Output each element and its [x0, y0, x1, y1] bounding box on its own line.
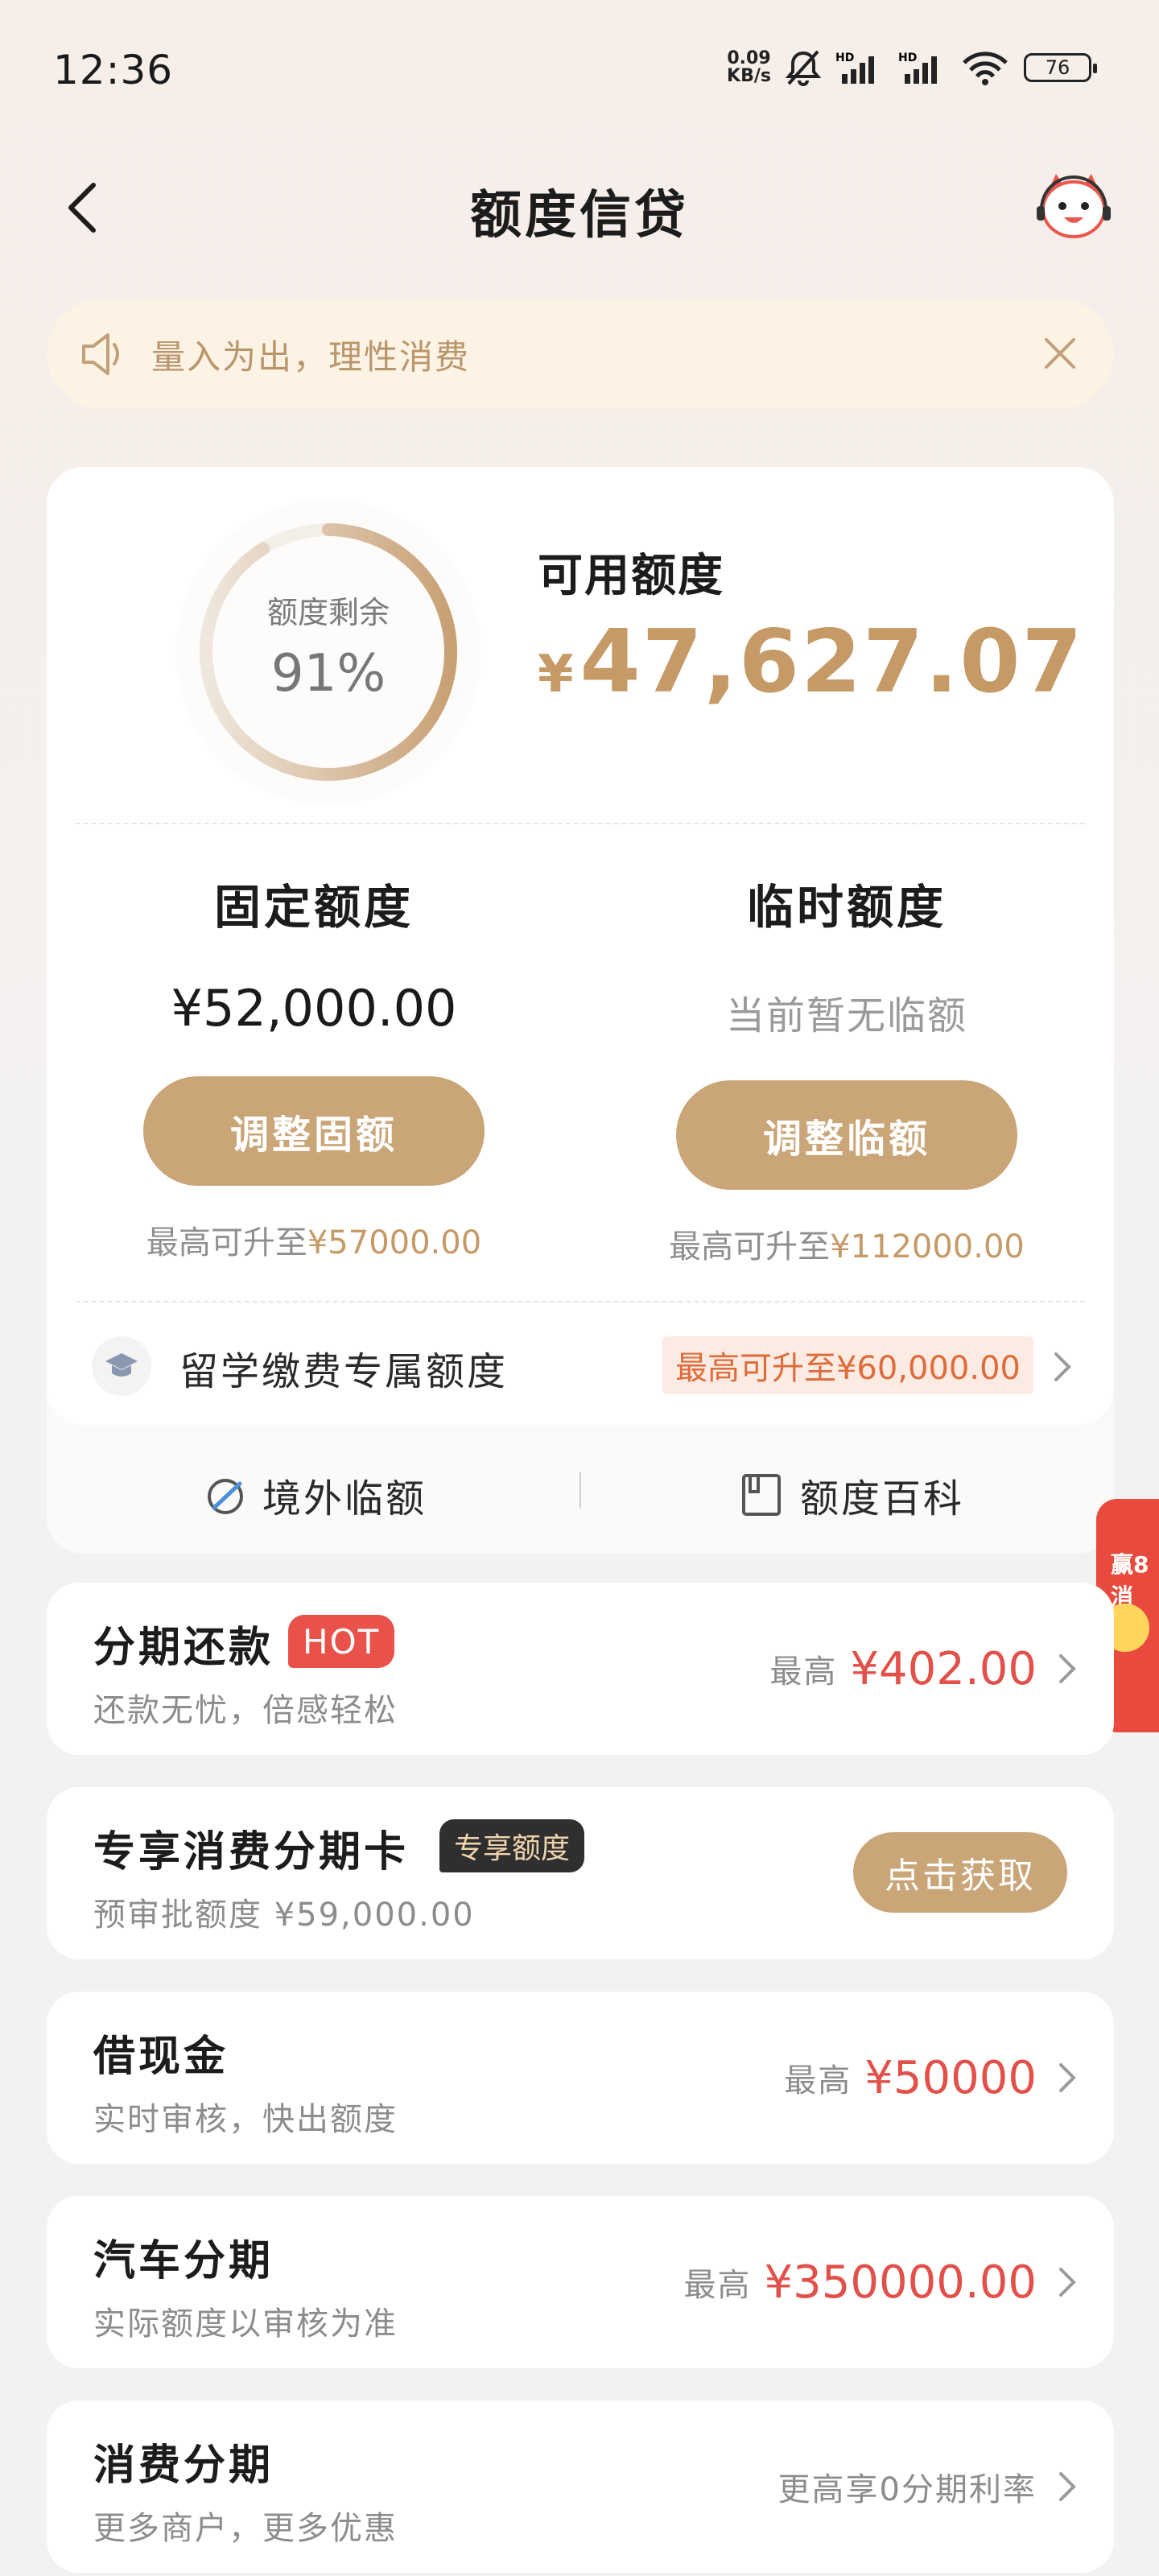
- fixed-quota-limit: 最高可升至¥57000.00: [146, 1224, 482, 1261]
- signal-icon: HD: [835, 52, 874, 84]
- status-icons: 0.09 KB/s HD HD 76: [727, 48, 1097, 87]
- fixed-quota-amount: ¥52,000.00: [171, 979, 457, 1038]
- card-subtitle: 实际额度以审核为准: [93, 2306, 398, 2343]
- page-title: 额度信贷: [470, 186, 689, 246]
- study-quota-label: 留学缴费专属额度: [179, 1349, 509, 1394]
- chevron-right-icon: [1054, 1352, 1071, 1381]
- card-amount: ¥402.00: [850, 1642, 1037, 1695]
- status-time: 12:36: [53, 47, 174, 93]
- customer-service-mascot-icon[interactable]: [1033, 167, 1114, 248]
- net-speed: 0.09 KB/s: [727, 48, 771, 86]
- notice-bar: 量入为出，理性消费: [47, 299, 1114, 409]
- card-amount: ¥50000: [864, 2051, 1037, 2104]
- chevron-right-icon: [1059, 2472, 1076, 2501]
- ring-label: 额度剩余: [266, 595, 390, 630]
- close-icon[interactable]: [1040, 333, 1080, 374]
- card-amount: ¥350000.00: [764, 2256, 1037, 2309]
- card-subtitle: 预审批额度 ¥59,000.00: [93, 1897, 475, 1934]
- status-bar: 12:36 0.09 KB/s HD HD 76: [0, 0, 1159, 145]
- speaker-icon: [82, 333, 119, 375]
- temp-quota: 临时额度 当前暂无临额 调整临额 最高可升至¥112000.00: [621, 869, 1072, 1267]
- get-now-button[interactable]: 点击获取: [853, 1832, 1067, 1913]
- temp-quota-title: 临时额度: [746, 880, 947, 935]
- bell-muted-icon: [786, 50, 821, 86]
- credit-summary: 额度剩余 91% 可用额度 ¥47,627.07 固定额度 ¥52,000.00…: [47, 467, 1114, 1425]
- credit-card: 额度剩余 91% 可用额度 ¥47,627.07 固定额度 ¥52,000.00…: [47, 467, 1114, 1554]
- card-title: 汽车分期: [93, 2237, 274, 2285]
- temp-quota-status: 当前暂无临额: [725, 993, 967, 1038]
- adjust-temp-button[interactable]: 调整临额: [676, 1080, 1017, 1190]
- chevron-right-icon: [1059, 1654, 1076, 1683]
- svg-text:HD: HD: [835, 52, 854, 64]
- links-separator: [580, 1472, 581, 1509]
- remaining-quota-ring: 额度剩余 91%: [167, 491, 489, 813]
- divider: [76, 823, 1085, 824]
- promo-text: 赢8 消: [1111, 1551, 1149, 1610]
- quick-links: 境外临额 额度百科: [47, 1425, 1114, 1554]
- chevron-right-icon: [1059, 2063, 1076, 2092]
- notice-text: 量入为出，理性消费: [151, 336, 471, 377]
- fixed-quota: 固定额度 ¥52,000.00 调整固额 最高可升至¥57000.00: [89, 869, 539, 1263]
- book-icon: [742, 1474, 781, 1516]
- card-right: 最高 ¥350000.00: [684, 2196, 1077, 2368]
- card-right: 最高 ¥50000: [784, 1992, 1077, 2164]
- available-label: 可用额度: [538, 550, 724, 602]
- quota-wiki-link[interactable]: 额度百科: [740, 1467, 964, 1523]
- card-title: 专享消费分期卡: [93, 1828, 410, 1876]
- hot-badge: HOT: [288, 1615, 395, 1668]
- card-subtitle: 实时审核，快出额度: [93, 2101, 398, 2138]
- adjust-fixed-button[interactable]: 调整固额: [143, 1076, 485, 1186]
- temp-quota-limit: 最高可升至¥112000.00: [669, 1228, 1025, 1265]
- battery-indicator: 76: [1024, 53, 1097, 82]
- wifi-icon: [963, 52, 1008, 85]
- study-abroad-quota-row[interactable]: 留学缴费专属额度 最高可升至¥60,000.00: [47, 1312, 1114, 1417]
- card-title: 消费分期: [93, 2442, 274, 2490]
- cash-loan-card[interactable]: 借现金 实时审核，快出额度 最高 ¥50000: [47, 1992, 1114, 2164]
- page-header: 额度信贷: [0, 153, 1159, 266]
- study-quota-tag: 最高可升至¥60,000.00: [662, 1336, 1033, 1394]
- ring-percent: 91%: [270, 644, 386, 704]
- car-installment-card[interactable]: 汽车分期 实际额度以审核为准 最高 ¥350000.00: [47, 2196, 1114, 2368]
- card-subtitle: 更多商户，更多优惠: [93, 2510, 398, 2547]
- signal-icon-2: HD: [898, 52, 937, 84]
- card-subtitle: 还款无忧，倍感轻松: [93, 1692, 398, 1729]
- card-rate-text: 更高享0分期利率: [777, 2471, 1037, 2508]
- globe-plane-icon: [208, 1479, 243, 1514]
- card-right: 最高 ¥402.00: [769, 1583, 1077, 1755]
- exclusive-installment-card[interactable]: 专享消费分期卡 专享额度 预审批额度 ¥59,000.00 点击获取: [47, 1787, 1114, 1959]
- card-title: 分期还款: [93, 1624, 274, 1672]
- graduation-cap-icon: [92, 1336, 151, 1396]
- overseas-temp-quota-link[interactable]: 境外临额: [203, 1467, 427, 1523]
- available-amount: ¥47,627.07: [538, 612, 1084, 712]
- consumer-installment-card[interactable]: 消费分期 更多商户，更多优惠 更高享0分期利率: [47, 2401, 1114, 2573]
- svg-text:HD: HD: [898, 52, 917, 64]
- card-title: 借现金: [93, 2033, 229, 2081]
- card-right: 更高享0分期利率: [778, 2401, 1077, 2573]
- installment-repay-card[interactable]: 分期还款 HOT 还款无忧，倍感轻松 最高 ¥402.00: [47, 1583, 1114, 1755]
- exclusive-quota-badge: 专享额度: [439, 1819, 585, 1872]
- divider: [76, 1301, 1085, 1302]
- chevron-right-icon: [1059, 2268, 1076, 2297]
- fixed-quota-title: 固定额度: [213, 880, 414, 935]
